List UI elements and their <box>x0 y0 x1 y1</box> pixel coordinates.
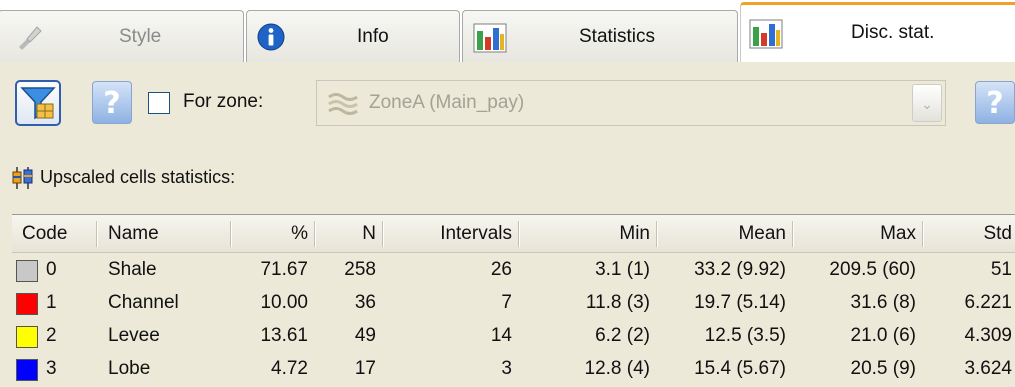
cell-mean: 33.2 (9.92) <box>694 259 786 280</box>
column-divider[interactable] <box>792 221 794 247</box>
statistics-table: Code Name % N Intervals Min Mean Max Std… <box>12 214 1015 387</box>
tab-info[interactable]: Info <box>246 10 460 62</box>
column-header-min[interactable]: Min <box>522 223 650 245</box>
cell-name: Shale <box>108 259 157 280</box>
column-divider[interactable] <box>922 221 924 247</box>
toolbar: ? For zone: ZoneA (Main_pay) ⌄ ? <box>0 62 1015 152</box>
section-title: Upscaled cells statistics: <box>40 167 236 187</box>
tab-disc-stat[interactable]: Disc. stat. <box>740 2 1015 62</box>
column-divider[interactable] <box>314 221 316 247</box>
column-divider[interactable] <box>656 221 658 247</box>
cell-n: 49 <box>354 325 376 346</box>
cell-percent: 71.67 <box>260 259 308 280</box>
help-button[interactable]: ? <box>92 81 132 124</box>
cell-max: 20.5 (9) <box>850 358 916 379</box>
column-header-percent[interactable]: % <box>234 223 308 245</box>
question-icon: ? <box>103 86 121 121</box>
cell-intervals: 26 <box>490 259 512 280</box>
boxplot-icon <box>12 167 33 189</box>
cell-name: Channel <box>108 292 179 313</box>
cell-max: 21.0 (6) <box>850 325 916 346</box>
zone-select[interactable]: ZoneA (Main_pay) <box>316 80 946 126</box>
cell-code: 2 <box>46 325 57 346</box>
cell-std: 6.221 <box>964 292 1012 313</box>
color-swatch <box>16 326 38 348</box>
cell-code: 3 <box>46 358 57 379</box>
cell-name: Lobe <box>108 358 151 379</box>
column-divider[interactable] <box>230 221 232 247</box>
table-row[interactable]: 3 Lobe 4.72 17 3 12.8 (4) 15.4 (5.67) 20… <box>12 354 1015 387</box>
cell-mean: 19.7 (5.14) <box>694 292 786 313</box>
color-swatch <box>16 260 38 282</box>
cell-n: 36 <box>354 292 376 313</box>
color-swatch <box>16 293 38 315</box>
tab-info-label: Info <box>357 26 389 47</box>
color-swatch <box>16 359 38 381</box>
zone-help-button[interactable]: ? <box>975 81 1015 124</box>
table-row[interactable]: 1 Channel 10.00 36 7 11.8 (3) 19.7 (5.14… <box>12 288 1015 321</box>
cell-min: 6.2 (2) <box>595 325 650 346</box>
bar-chart-icon <box>749 19 783 49</box>
filter-icon <box>20 87 56 120</box>
cell-std: 3.624 <box>964 358 1012 379</box>
cell-mean: 15.4 (5.67) <box>694 358 786 379</box>
cell-percent: 10.00 <box>260 292 308 313</box>
zone-select-value: ZoneA (Main_pay) <box>369 92 525 113</box>
cell-intervals: 14 <box>490 325 512 346</box>
brush-icon <box>19 26 42 50</box>
zone-layers-icon <box>328 93 358 115</box>
column-header-code[interactable]: Code <box>22 223 67 245</box>
tab-strip: Style Info Statistics Disc. stat. <box>0 0 1015 66</box>
cell-max: 31.6 (8) <box>850 292 916 313</box>
filter-button[interactable] <box>15 80 61 126</box>
table-header: Code Name % N Intervals Min Mean Max Std <box>12 215 1015 253</box>
tab-style[interactable]: Style <box>0 10 244 62</box>
column-header-intervals[interactable]: Intervals <box>386 223 512 245</box>
column-divider[interactable] <box>96 221 98 247</box>
column-header-max[interactable]: Max <box>796 223 916 245</box>
table-row[interactable]: 2 Levee 13.61 49 14 6.2 (2) 12.5 (3.5) 2… <box>12 321 1015 354</box>
table-row[interactable]: 0 Shale 71.67 258 26 3.1 (1) 33.2 (9.92)… <box>12 255 1015 288</box>
zone-checkbox[interactable] <box>148 92 170 114</box>
cell-std: 4.309 <box>964 325 1012 346</box>
cell-max: 209.5 (60) <box>829 259 916 280</box>
zone-dropdown-button[interactable]: ⌄ <box>912 84 942 122</box>
cell-n: 258 <box>344 259 376 280</box>
tab-disc-stat-label: Disc. stat. <box>851 22 935 43</box>
cell-percent: 13.61 <box>260 325 308 346</box>
cell-min: 11.8 (3) <box>585 292 650 313</box>
column-divider[interactable] <box>518 221 520 247</box>
cell-n: 17 <box>354 358 376 379</box>
cell-min: 3.1 (1) <box>595 259 650 280</box>
cell-code: 1 <box>46 292 57 313</box>
cell-intervals: 7 <box>501 292 512 313</box>
cell-min: 12.8 (4) <box>584 358 650 379</box>
cell-mean: 12.5 (3.5) <box>704 325 786 346</box>
cell-intervals: 3 <box>501 358 512 379</box>
tab-style-label: Style <box>119 26 162 47</box>
bar-chart-icon <box>473 23 507 53</box>
column-header-n[interactable]: N <box>318 223 376 245</box>
column-header-std[interactable]: Std <box>926 223 1012 245</box>
cell-std: 51 <box>990 259 1012 280</box>
info-icon <box>257 23 285 51</box>
column-header-mean[interactable]: Mean <box>660 223 786 245</box>
cell-name: Levee <box>108 325 160 346</box>
column-divider[interactable] <box>382 221 384 247</box>
tab-statistics[interactable]: Statistics <box>462 10 738 62</box>
chevron-down-icon: ⌄ <box>921 96 933 112</box>
cell-code: 0 <box>46 259 57 280</box>
question-icon: ? <box>986 86 1004 121</box>
column-header-name[interactable]: Name <box>108 223 159 245</box>
cell-percent: 4.72 <box>271 358 308 379</box>
tab-statistics-label: Statistics <box>579 26 656 47</box>
zone-label: For zone: <box>183 91 264 112</box>
